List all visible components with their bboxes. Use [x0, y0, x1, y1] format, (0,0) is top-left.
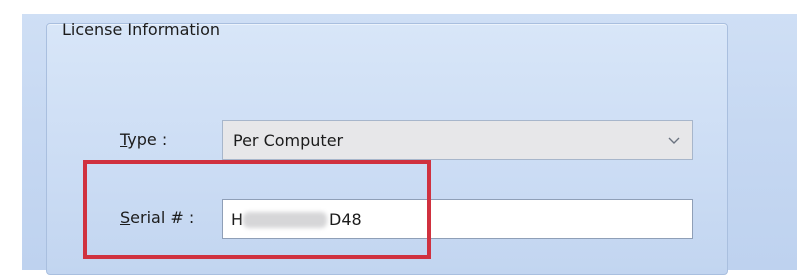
- group-title: License Information: [62, 20, 221, 39]
- highlight-annotation: [83, 160, 431, 259]
- background-strip: [0, 0, 797, 14]
- type-label: Type :: [120, 130, 167, 149]
- type-dropdown[interactable]: Per Computer: [222, 120, 693, 160]
- chevron-down-icon[interactable]: [666, 132, 682, 148]
- type-label-rest: ype :: [127, 130, 168, 149]
- type-dropdown-value: Per Computer: [233, 131, 344, 150]
